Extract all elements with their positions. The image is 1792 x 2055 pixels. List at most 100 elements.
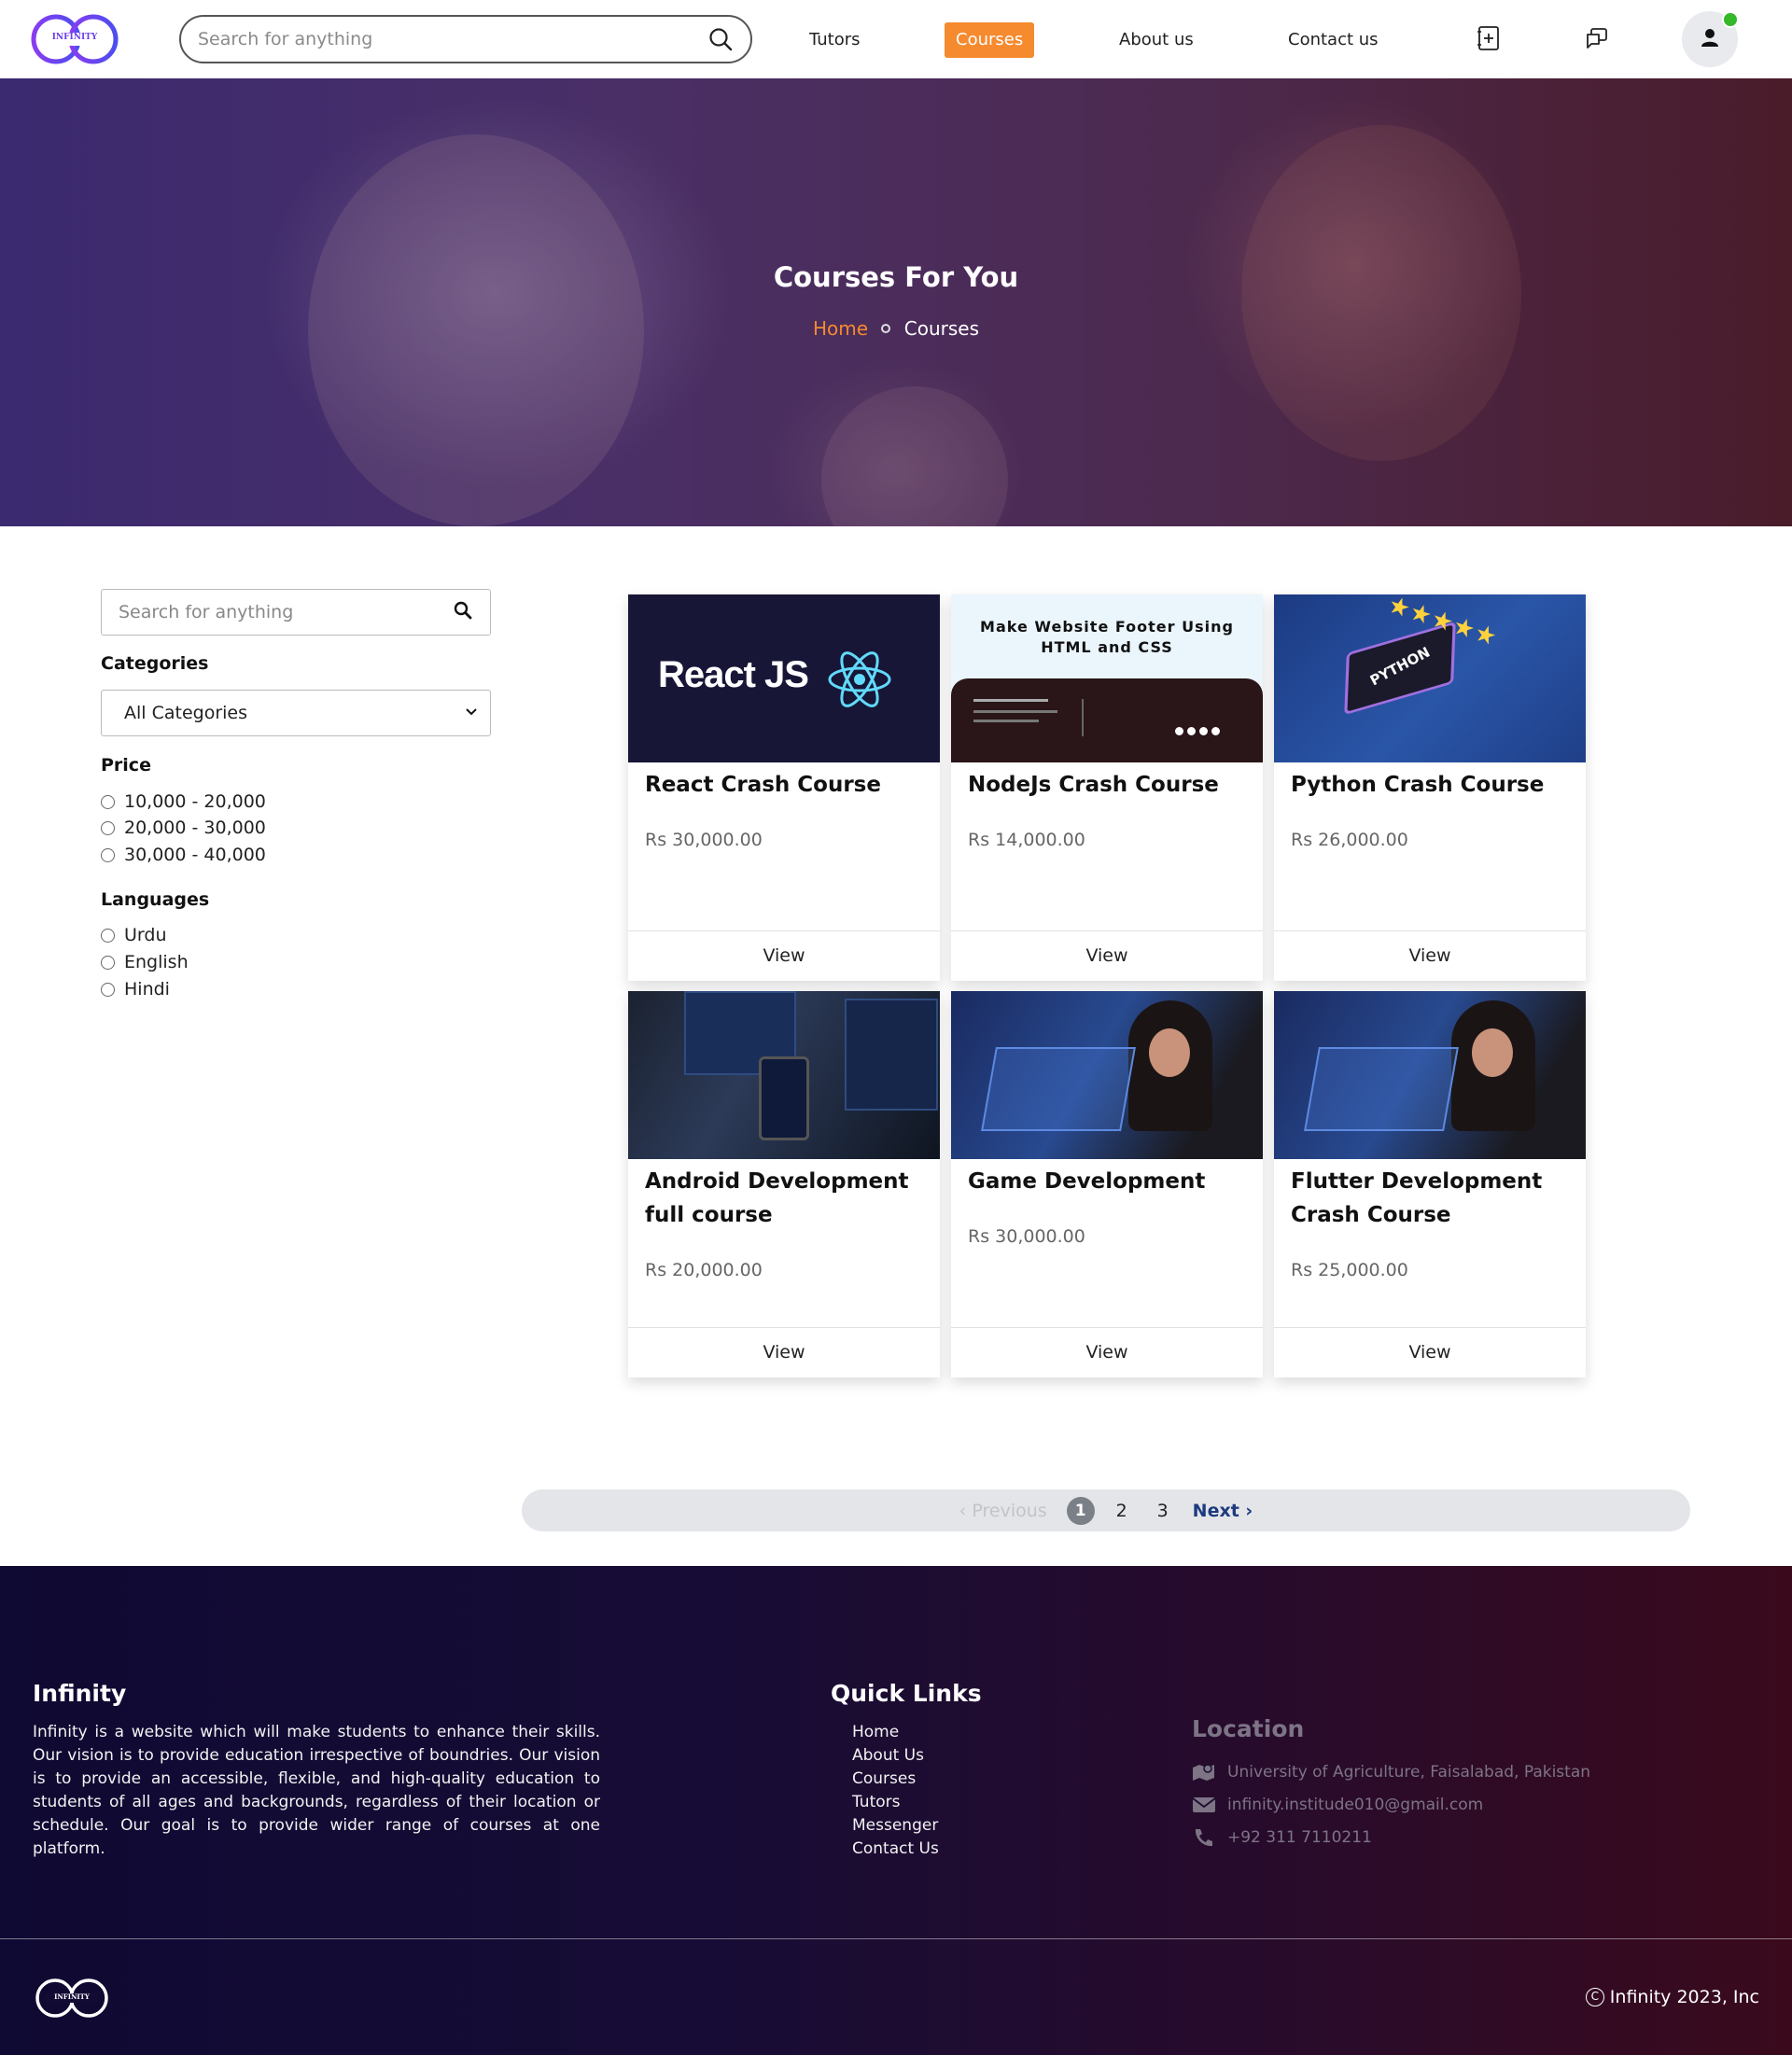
hero-background-shape xyxy=(821,386,1008,526)
course-card[interactable]: Make Website Footer Using HTML and CSS N… xyxy=(951,594,1263,981)
course-thumbnail: Make Website Footer Using HTML and CSS xyxy=(951,594,1263,762)
breadcrumb-home-link[interactable]: Home xyxy=(813,317,868,340)
quick-links-heading: Quick Links xyxy=(831,1680,982,1707)
category-select-value: All Categories xyxy=(124,703,248,723)
view-course-button[interactable]: View xyxy=(951,930,1263,981)
nav-search-input[interactable] xyxy=(198,29,707,49)
course-price: Rs 20,000.00 xyxy=(645,1260,763,1280)
price-option-label: 20,000 - 30,000 xyxy=(124,818,266,838)
thumbnail-text: Make Website Footer Using HTML and CSS xyxy=(980,618,1234,656)
nav-link-courses[interactable]: Courses xyxy=(945,22,1035,58)
page-button-3[interactable]: 3 xyxy=(1149,1497,1177,1525)
footer-link-home[interactable]: Home xyxy=(852,1723,899,1741)
language-option[interactable]: Urdu xyxy=(101,925,167,945)
radio-button[interactable] xyxy=(101,820,115,835)
price-option[interactable]: 20,000 - 30,000 xyxy=(101,818,266,838)
nav-search-bar[interactable] xyxy=(179,15,752,63)
footer-link-about-us[interactable]: About Us xyxy=(852,1746,924,1765)
next-page-button[interactable]: Next › xyxy=(1193,1501,1253,1521)
footer-email[interactable]: infinity.institude010@gmail.com xyxy=(1192,1795,1483,1815)
nav-link-tutors[interactable]: Tutors xyxy=(798,22,872,58)
categories-heading: Categories xyxy=(101,653,209,674)
course-title[interactable]: Game Development xyxy=(968,1165,1250,1198)
course-title[interactable]: NodeJs Crash Course xyxy=(968,768,1250,802)
footer-email-text: infinity.institude010@gmail.com xyxy=(1227,1796,1484,1814)
search-icon[interactable] xyxy=(707,26,734,52)
footer-link-messenger[interactable]: Messenger xyxy=(852,1816,938,1835)
course-thumbnail xyxy=(628,991,940,1159)
footer-link-courses[interactable]: Courses xyxy=(852,1769,916,1788)
hero-banner: Courses For You Home Courses xyxy=(0,78,1792,526)
course-card[interactable]: Game Development Rs 30,000.00 View xyxy=(951,991,1263,1377)
course-card[interactable]: React JS React Crash Course Rs 30,000.00… xyxy=(628,594,940,981)
hero-background-shape xyxy=(1241,125,1521,461)
course-card[interactable]: Flutter Development Crash Course Rs 25,0… xyxy=(1274,991,1586,1377)
page-button-1[interactable]: 1 xyxy=(1066,1496,1095,1525)
footer-about-text: Infinity is a website which will make st… xyxy=(33,1723,600,1858)
copyright-text: Infinity 2023, Inc xyxy=(1609,1987,1759,2007)
previous-page-button[interactable]: ‹ Previous xyxy=(959,1501,1047,1521)
footer-link-tutors[interactable]: Tutors xyxy=(852,1793,901,1811)
course-search-input[interactable] xyxy=(119,602,453,622)
category-select[interactable]: All Categories xyxy=(101,690,491,736)
view-course-button[interactable]: View xyxy=(951,1327,1263,1377)
thumbnail-text: React JS xyxy=(658,654,809,695)
language-option-label: Hindi xyxy=(124,979,170,1000)
footer-preview-image xyxy=(951,678,1263,762)
location-heading: Location xyxy=(1192,1715,1305,1742)
page-button-2[interactable]: 2 xyxy=(1108,1497,1136,1525)
search-icon[interactable] xyxy=(453,600,473,624)
envelope-icon xyxy=(1192,1795,1216,1815)
copyright-icon: C xyxy=(1585,1988,1604,2006)
radio-button[interactable] xyxy=(101,847,115,862)
price-option-label: 10,000 - 20,000 xyxy=(124,791,266,812)
course-title[interactable]: Flutter Development Crash Course xyxy=(1291,1165,1573,1232)
language-option[interactable]: English xyxy=(101,952,189,972)
hologram-image xyxy=(1304,1047,1459,1131)
map-icon xyxy=(1192,1762,1216,1782)
course-card[interactable]: Android Development full course Rs 20,00… xyxy=(628,991,940,1377)
course-card[interactable]: PYTHON ★★★★★ Python Crash Course Rs 26,0… xyxy=(1274,594,1586,981)
logo-text: INFINITY xyxy=(51,33,98,42)
language-option-label: English xyxy=(124,952,189,972)
chat-icon[interactable] xyxy=(1583,24,1611,52)
breadcrumb-separator-icon xyxy=(881,324,891,333)
nav-link-about-us[interactable]: About us xyxy=(1108,22,1205,58)
copyright: C Infinity 2023, Inc xyxy=(1585,1987,1759,2007)
footer-address: University of Agriculture, Faisalabad, P… xyxy=(1192,1762,1590,1782)
course-thumbnail: React JS xyxy=(628,594,940,762)
footer-link-contact-us[interactable]: Contact Us xyxy=(852,1839,939,1858)
course-thumbnail: PYTHON ★★★★★ xyxy=(1274,594,1586,762)
language-option[interactable]: Hindi xyxy=(101,979,170,1000)
breadcrumb: Home Courses xyxy=(0,317,1792,340)
radio-button[interactable] xyxy=(101,955,115,970)
view-course-button[interactable]: View xyxy=(628,930,940,981)
radio-button[interactable] xyxy=(101,982,115,997)
course-price: Rs 14,000.00 xyxy=(968,830,1085,850)
price-option[interactable]: 30,000 - 40,000 xyxy=(101,845,266,865)
phone-icon xyxy=(1192,1827,1216,1848)
languages-heading: Languages xyxy=(101,889,210,910)
view-course-button[interactable]: View xyxy=(1274,930,1586,981)
view-course-button[interactable]: View xyxy=(1274,1327,1586,1377)
online-status-indicator xyxy=(1722,11,1739,28)
nav-link-contact-us[interactable]: Contact us xyxy=(1277,22,1390,58)
price-option[interactable]: 10,000 - 20,000 xyxy=(101,791,266,812)
course-title[interactable]: Android Development full course xyxy=(645,1165,927,1232)
react-atom-icon xyxy=(828,651,891,707)
radio-button[interactable] xyxy=(101,794,115,809)
footer-phone[interactable]: +92 311 7110211 xyxy=(1192,1827,1372,1848)
person-image xyxy=(1149,1028,1190,1077)
course-title[interactable]: Python Crash Course xyxy=(1291,768,1573,802)
navbar: INFINITY Tutors Courses About us Contact… xyxy=(0,0,1792,78)
site-footer: Infinity Infinity is a website which wil… xyxy=(0,1566,1792,2055)
footer-infinity-logo[interactable]: INFINITY xyxy=(33,1977,111,2020)
view-course-button[interactable]: View xyxy=(628,1327,940,1377)
add-note-icon[interactable] xyxy=(1475,24,1503,52)
course-search-bar[interactable] xyxy=(101,589,491,636)
course-title[interactable]: React Crash Course xyxy=(645,768,927,802)
course-thumbnail xyxy=(951,991,1263,1159)
infinity-logo[interactable]: INFINITY xyxy=(26,11,123,67)
course-price: Rs 30,000.00 xyxy=(645,830,763,850)
radio-button[interactable] xyxy=(101,928,115,943)
